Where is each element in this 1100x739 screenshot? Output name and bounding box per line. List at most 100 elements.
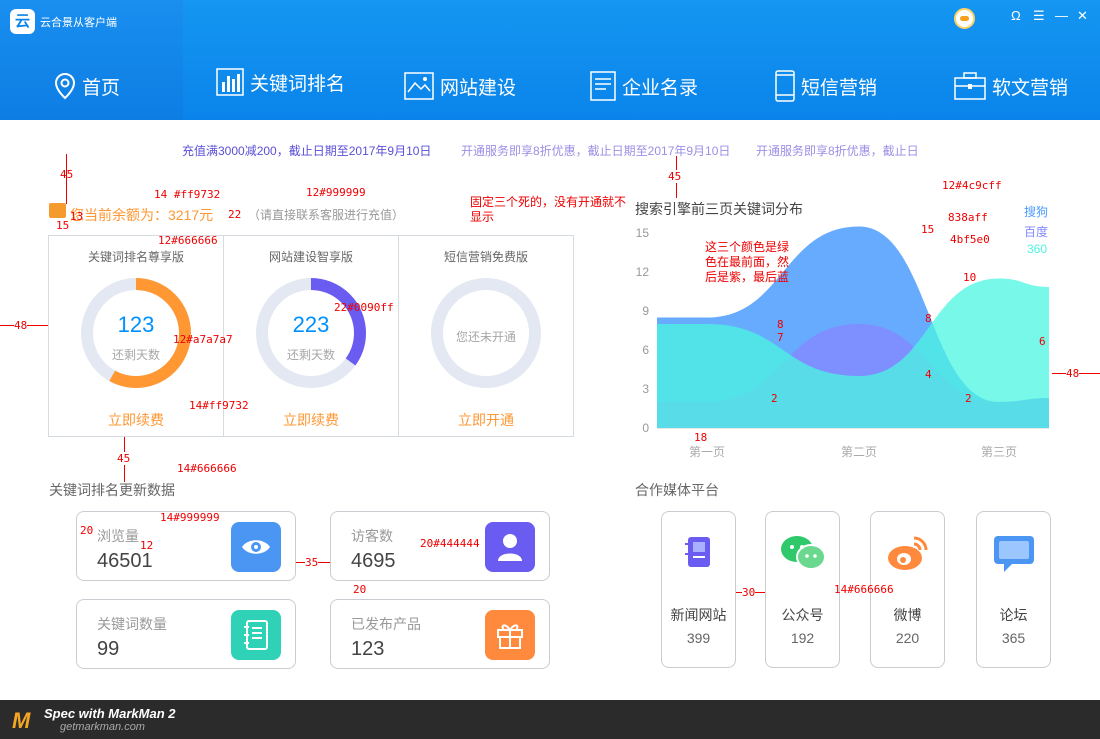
spec-label: 838aff — [948, 211, 988, 224]
spec-label: 14#666666 — [177, 462, 237, 475]
activate-link[interactable]: 立即开通 — [399, 410, 573, 430]
media-card-forum[interactable]: 论坛 365 — [976, 511, 1051, 668]
app-title: 云合景从客户端 — [40, 17, 117, 29]
days-remaining-label: 还剩天数 — [286, 348, 335, 362]
stat-label: 浏览量 — [97, 528, 139, 544]
stat-value: 123 — [351, 638, 385, 660]
data-label: 2 — [965, 392, 972, 405]
stat-value: 46501 — [97, 550, 153, 572]
bar-chart-icon — [216, 68, 244, 96]
phone-icon — [775, 70, 795, 102]
spec-label: 22#0090ff — [334, 301, 394, 314]
stats-title: 关键词排名更新数据 — [49, 482, 175, 498]
nav-home[interactable]: 首页 — [54, 68, 120, 104]
weibo-icon — [871, 534, 944, 574]
stat-label: 已发布产品 — [351, 616, 421, 632]
promo-2[interactable]: 开通服务即享8折优惠，截止日期至2017年9月10日 — [461, 142, 730, 159]
spec-label: 18 — [694, 431, 708, 444]
media-card-wechat[interactable]: 公众号 192 — [765, 511, 840, 668]
legend-sogou[interactable]: 搜狗 — [1024, 203, 1048, 220]
chart-title: 搜索引擎前三页关键词分布 — [635, 201, 803, 217]
spec-note: 这三个颜色是绿色在最前面，然后是紫，最后蓝 — [705, 240, 790, 284]
spec-label: 30 — [742, 586, 756, 599]
stat-card-keywords[interactable]: 关键词数量 99 — [76, 599, 296, 669]
nav-label: 短信营销 — [801, 77, 878, 99]
spec-label: 14 #ff9732 — [154, 188, 221, 201]
package-title: 关键词排名尊享版 — [87, 250, 184, 264]
spec-label: 14#666666 — [834, 583, 894, 596]
x-tick-label: 第三页 — [981, 445, 1017, 459]
spec-label: 48 — [1066, 367, 1080, 380]
balance-text: 您当前余额为：3217元 — [70, 207, 214, 223]
package-title: 网站建设智享版 — [268, 250, 353, 264]
briefcase-icon — [954, 72, 986, 100]
spec-label: 12 — [140, 539, 154, 552]
gift-icon — [485, 610, 535, 660]
nav-website[interactable]: 网站建设 — [404, 68, 516, 104]
media-name: 微博 — [893, 607, 922, 623]
nav-label: 关键词排名 — [250, 73, 346, 95]
data-label: 2 — [771, 392, 778, 405]
header: 云 云合景从客户端 Ω ☰ — ✕ 首页 关键词排名 网站建设 企业名录 短信营… — [0, 0, 1100, 120]
y-tick-label: 15 — [636, 226, 650, 240]
spec-label: 20 — [353, 583, 367, 596]
spec-label: 22 — [228, 208, 242, 221]
spec-label: 4bf5e0 — [950, 233, 990, 246]
spec-label: 12#a7a7a7 — [173, 333, 233, 346]
avatar[interactable] — [954, 8, 975, 29]
days-remaining-value: 223 — [292, 312, 330, 337]
media-name: 新闻网站 — [670, 607, 727, 623]
wechat-icon — [766, 534, 839, 574]
spec-label: 45 — [668, 170, 682, 183]
footer: M Spec with MarkMan 2 getmarkman.com — [0, 700, 1100, 739]
keyword-distribution-chart: 03691215第一页 第二页 第三页87215841062 — [636, 223, 1049, 459]
renew-link[interactable]: 立即续费 — [49, 410, 223, 430]
package-website: 网站建设智享版 223 还剩天数 立即续费 — [224, 236, 399, 436]
close-icon[interactable]: ✕ — [1077, 8, 1088, 24]
media-count: 192 — [790, 630, 815, 646]
nav-label: 软文营销 — [992, 77, 1069, 99]
nav-keyword-ranking[interactable]: 关键词排名 — [216, 64, 345, 100]
spec-label: 45 — [60, 168, 74, 181]
promo-1[interactable]: 充值满3000减200，截止日期至2017年9月10日 — [182, 142, 431, 159]
y-tick-label: 9 — [642, 304, 649, 318]
media-count: 365 — [1001, 630, 1026, 646]
renew-link[interactable]: 立即续费 — [224, 410, 398, 430]
stat-value: 99 — [97, 638, 120, 660]
data-label: 8 — [777, 318, 784, 331]
data-label: 10 — [963, 271, 976, 284]
media-card-news[interactable]: 新闻网站 399 — [661, 511, 736, 668]
y-tick-label: 0 — [642, 421, 649, 435]
recharge-tip: （请直接联系客服进行充值） — [248, 208, 405, 222]
stat-value: 4695 — [351, 550, 396, 572]
nav-article[interactable]: 软文营销 — [954, 68, 1068, 104]
spec-label: 48 — [14, 319, 28, 332]
package-sms: 短信营销免费版 您还未开通 立即开通 — [399, 236, 573, 436]
spec-label: 15 — [56, 219, 70, 232]
media-count: 399 — [686, 630, 711, 646]
promo-3[interactable]: 开通服务即享8折优惠，截止日 — [756, 142, 919, 159]
footer-title: Spec with MarkMan 2 — [44, 706, 176, 721]
spec-label: 13 — [70, 210, 84, 223]
nav-directory[interactable]: 企业名录 — [590, 68, 698, 104]
spec-label: 14#ff9732 — [189, 399, 249, 412]
x-tick-label: 第一页 — [689, 445, 725, 459]
y-tick-label: 12 — [636, 265, 650, 279]
spec-label: 14#999999 — [160, 511, 220, 524]
spec-label: 12#666666 — [158, 234, 218, 247]
stat-card-products[interactable]: 已发布产品 123 — [330, 599, 550, 669]
data-label: 15 — [921, 223, 934, 236]
y-tick-label: 3 — [642, 382, 649, 396]
spec-label: 12#999999 — [306, 186, 366, 199]
menu-icon[interactable]: ☰ — [1033, 8, 1045, 24]
markman-logo: M — [12, 708, 31, 733]
data-label: 4 — [925, 368, 932, 381]
spec-note: 固定三个死的，没有开通就不显示 — [470, 195, 627, 224]
minimize-icon[interactable]: — — [1055, 8, 1068, 23]
package-title: 短信营销免费版 — [443, 250, 528, 264]
spec-label: 12#4c9cff — [942, 179, 1002, 192]
nav-sms[interactable]: 短信营销 — [775, 68, 877, 104]
package-panel: 关键词排名尊享版 123 还剩天数 立即续费 网站建设智享版 223 还剩天数 … — [48, 235, 574, 437]
days-remaining-label: 还剩天数 — [111, 348, 160, 362]
headset-icon[interactable]: Ω — [1011, 8, 1021, 23]
